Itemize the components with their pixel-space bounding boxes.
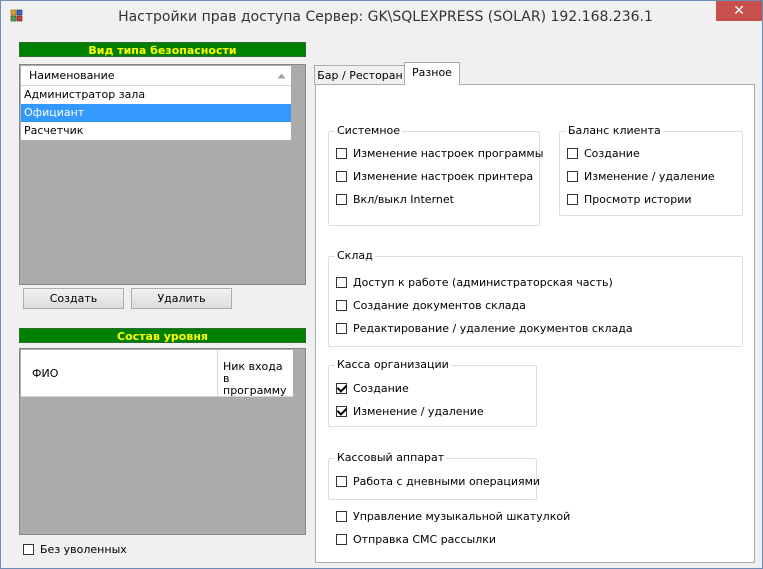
types-column-header[interactable]: Наименование: [21, 66, 291, 86]
permission-label: Создание: [584, 147, 640, 160]
permission-label: Редактирование / удаление документов скл…: [353, 322, 633, 335]
list-item[interactable]: Официант: [21, 104, 291, 122]
group-title: Касса организации: [335, 358, 451, 372]
group-title: Баланс клиента: [566, 124, 663, 138]
window: Настройки прав доступа Сервер: GK\SQLEXP…: [0, 0, 763, 569]
list-item[interactable]: Расчетчик: [21, 122, 291, 140]
checkbox-box[interactable]: [336, 322, 347, 334]
permission-checkbox[interactable]: Изменение / удаление: [336, 404, 484, 420]
checkbox-box[interactable]: [336, 299, 347, 311]
permission-label: Изменение настроек принтера: [353, 170, 534, 183]
sort-up-icon: [277, 73, 286, 79]
fio-column-header[interactable]: ФИО: [21, 350, 218, 397]
checkbox-box[interactable]: [336, 533, 347, 545]
types-column-label: Наименование: [29, 69, 115, 82]
nick-column-header[interactable]: Ник входа в программу: [218, 350, 293, 397]
checkbox-box[interactable]: [336, 147, 347, 159]
permission-label: Создание: [353, 382, 409, 395]
level-column-header: ФИО Ник входа в программу: [21, 350, 293, 397]
tab-label: Разное: [412, 66, 452, 79]
checkbox-box[interactable]: [336, 475, 347, 487]
permission-label: Работа с дневными операциями: [353, 475, 541, 488]
permission-label: Доступ к работе (администраторская часть…: [353, 276, 613, 289]
permission-label: Просмотр истории: [584, 193, 692, 206]
checkbox-box[interactable]: [336, 193, 347, 205]
permission-label: Отправка СМС рассылки: [353, 533, 497, 546]
checkbox-box[interactable]: [567, 193, 578, 205]
window-title: Настройки прав доступа Сервер: GK\SQLEXP…: [118, 9, 653, 25]
checkbox-box[interactable]: [336, 510, 347, 522]
client-area: Вид типа безопасности Наименование Админ…: [2, 33, 761, 568]
delete-button[interactable]: Удалить: [131, 288, 232, 309]
level-members-grid[interactable]: ФИО Ник входа в программу: [19, 348, 306, 535]
checkbox-box[interactable]: [23, 543, 34, 555]
close-icon: ✕: [733, 3, 745, 19]
group-title: Системное: [335, 124, 403, 138]
no-fired-checkbox[interactable]: Без уволенных: [23, 542, 127, 558]
checkbox-box[interactable]: [567, 147, 578, 159]
permission-checkbox[interactable]: Изменение / удаление: [567, 169, 715, 185]
permission-label: Изменение / удаление: [353, 405, 484, 418]
permission-checkbox[interactable]: Создание документов склада: [336, 298, 526, 314]
permission-checkbox[interactable]: Управление музыкальной шкатулкой: [336, 509, 570, 525]
checkbox-checked[interactable]: [336, 382, 347, 394]
checkbox-checked[interactable]: [336, 405, 347, 417]
group-title: Кассовый аппарат: [335, 451, 447, 465]
permission-checkbox[interactable]: Изменение настроек принтера: [336, 169, 533, 185]
permission-checkbox[interactable]: Вкл/выкл Internet: [336, 192, 454, 208]
permission-label: Изменение / удаление: [584, 170, 715, 183]
permission-checkbox[interactable]: Редактирование / удаление документов скл…: [336, 321, 633, 337]
title-bar: Настройки прав доступа Сервер: GK\SQLEXP…: [1, 1, 762, 33]
permission-label: Вкл/выкл Internet: [353, 193, 454, 206]
group-title: Склад: [335, 249, 375, 263]
tab-page-misc: Системное Изменение настроек программы Изм…: [315, 84, 755, 563]
close-button[interactable]: ✕: [716, 1, 762, 21]
permission-label: Изменение настроек программы: [353, 147, 544, 160]
permission-checkbox[interactable]: Работа с дневными операциями: [336, 474, 540, 490]
permission-checkbox[interactable]: Создание: [336, 381, 409, 397]
fio-column-label: ФИО: [32, 367, 59, 380]
security-type-header: Вид типа безопасности: [19, 42, 306, 57]
checkbox-box[interactable]: [567, 170, 578, 182]
permission-checkbox[interactable]: Создание: [567, 146, 640, 162]
permission-checkbox[interactable]: Доступ к работе (администраторская часть…: [336, 275, 613, 291]
nick-column-label: Ник входа в программу: [223, 360, 287, 397]
permission-checkbox[interactable]: Изменение настроек программы: [336, 146, 543, 162]
permission-label: Создание документов склада: [353, 299, 526, 312]
permission-label: Управление музыкальной шкатулкой: [353, 510, 571, 523]
checkbox-box[interactable]: [336, 276, 347, 288]
list-item[interactable]: Администратор зала: [21, 86, 291, 104]
tab-bar-restaurant[interactable]: Бар / Ресторан: [314, 65, 406, 85]
tab-label: Бар / Ресторан: [317, 69, 403, 82]
permission-checkbox[interactable]: Отправка СМС рассылки: [336, 532, 496, 548]
permission-checkbox[interactable]: Просмотр истории: [567, 192, 692, 208]
tab-misc[interactable]: Разное: [404, 62, 460, 85]
level-header: Состав уровня: [19, 328, 306, 343]
create-button[interactable]: Создать: [23, 288, 124, 309]
security-types-grid[interactable]: Наименование Администратор зала Официант Р…: [19, 64, 306, 285]
checkbox-box[interactable]: [336, 170, 347, 182]
no-fired-label: Без уволенных: [40, 543, 127, 556]
